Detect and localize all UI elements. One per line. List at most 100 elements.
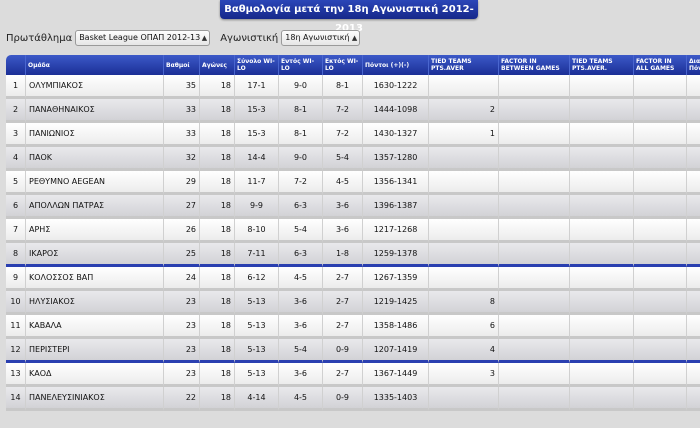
table-row[interactable]: 11ΚΑΒΑΛΑ23185-133-62-71358-14866 -128	[6, 315, 700, 339]
chevron-down-icon: ▲	[201, 34, 208, 42]
team-cell: ΚΟΛΟΣΣΟΣ ΒΑΠ	[26, 267, 164, 291]
team-cell: ΠΑΝΑΘΗΝΑΙΚΟΣ	[26, 99, 164, 123]
factor-all-cell	[634, 243, 687, 267]
table-row[interactable]: 14 ΠΑΝΕΛΕΥΣΙΝΙΑΚΟΣ 22 18 4-14 4-5 0-9 1335-1403…	[6, 387, 700, 411]
home-wl-cell: 3-6	[279, 291, 323, 315]
home-wl-cell: 8-1	[279, 99, 323, 123]
col-games-header[interactable]: Αγώνες	[200, 55, 235, 75]
away-wl-cell: 2-7	[323, 291, 363, 315]
total-wl-cell: 14-4	[235, 147, 279, 171]
points-for-against-cell: 1207-1419	[363, 339, 429, 363]
table-row[interactable]: 13ΚΑΟΔ23185-133-62-71367-14493 -82	[6, 363, 700, 387]
tied-pts-aver-cell	[429, 387, 499, 411]
factor-between-cell	[499, 267, 570, 291]
col-points-header[interactable]: Βαθμοί	[164, 55, 200, 75]
total-wl-cell: 7-11	[235, 243, 279, 267]
away-wl-cell: 3-6	[323, 219, 363, 243]
team-cell: ΠΑΝΙΩΝΙΟΣ	[26, 123, 164, 147]
total-wl-cell: 6-12	[235, 267, 279, 291]
factor-all-cell	[634, 195, 687, 219]
tied-pts-aver-cell	[429, 75, 499, 99]
col-factor-all-header[interactable]: FACTOR IN ALL GAMES	[634, 55, 687, 75]
tied-pts-aver-2-cell	[570, 171, 634, 195]
filters-bar: Πρωτάθλημα Basket League ΟΠΑΠ 2012-13 ▲ …	[6, 29, 361, 47]
points-for-against-cell: 1267-1359	[363, 267, 429, 291]
standings-table-wrap: Ομάδα Βαθμοί Αγώνες Σύνολο WI-LO Εντός WI-LO…	[6, 55, 700, 411]
table-row[interactable]: 1ΟΛΥΜΠΙΑΚΟΣ351817-19-08-11630-1222 408	[6, 75, 700, 99]
games-cell: 18	[200, 123, 235, 147]
points-diff-cell: -212	[687, 339, 700, 363]
games-cell: 18	[200, 147, 235, 171]
tied-pts-aver-2-cell	[570, 315, 634, 339]
table-row[interactable]: 2ΠΑΝΑΘΗΝΑΙΚΟΣ331815-38-17-21444-10982346	[6, 99, 700, 123]
col-team-header[interactable]: Ομάδα	[26, 55, 164, 75]
points-cell: 23	[164, 315, 200, 339]
tied-pts-aver-cell	[429, 243, 499, 267]
tied-pts-aver-cell: 6	[429, 315, 499, 339]
position-cell: 2	[6, 99, 26, 123]
team-cell: ΚΑΒΑΛΑ	[26, 315, 164, 339]
points-cell: 23	[164, 339, 200, 363]
points-cell: 24	[164, 267, 200, 291]
position-cell: 13	[6, 363, 26, 387]
col-total-wl-header[interactable]: Σύνολο WI-LO	[235, 55, 279, 75]
points-for-against-cell: 1219-1425	[363, 291, 429, 315]
col-position-header[interactable]	[6, 55, 26, 75]
table-row[interactable]: 9ΚΟΛΟΣΣΟΣ ΒΑΠ24186-124-52-71267-1359 -92	[6, 267, 700, 291]
table-row[interactable]: 6ΑΠΟΛΛΩΝ ΠΑΤΡΑΣ27189-96-33-61396-1387 9	[6, 195, 700, 219]
factor-all-cell	[634, 339, 687, 363]
factor-between-cell	[499, 171, 570, 195]
league-select[interactable]: Basket League ΟΠΑΠ 2012-13 ▲	[75, 30, 211, 46]
position-cell: 12	[6, 339, 26, 363]
factor-between-cell	[499, 363, 570, 387]
col-tied-pts-aver-2-header[interactable]: TIED TEAMS PTS.AVER.	[570, 55, 634, 75]
points-cell: 23	[164, 363, 200, 387]
points-diff-cell: 346	[687, 99, 700, 123]
tied-pts-aver-cell: 4	[429, 339, 499, 363]
away-wl-cell: 2-7	[323, 363, 363, 387]
table-row[interactable]: 8ΙΚΑΡΟΣ25187-116-31-81259-1378 -119	[6, 243, 700, 267]
tied-pts-aver-cell	[429, 195, 499, 219]
round-select[interactable]: 18η Αγωνιστική ▲	[281, 30, 361, 46]
col-tied-pts-aver-header[interactable]: TIED TEAMS PTS.AVER	[429, 55, 499, 75]
col-points-diff-header[interactable]: Διαφ. Πόντων	[687, 55, 700, 75]
page-title: Βαθμολογία μετά την 18η Αγωνιστική 2012-…	[220, 0, 478, 34]
points-diff-cell: 77	[687, 147, 700, 171]
col-points-for-against-header[interactable]: Πόντοι (+)(-)	[363, 55, 429, 75]
away-wl-cell: 4-5	[323, 171, 363, 195]
table-row[interactable]: 10ΗΛΥΣΙΑΚΟΣ23185-133-62-71219-14258 -206	[6, 291, 700, 315]
points-diff-cell: 103	[687, 123, 700, 147]
table-row[interactable]: 12ΠΕΡΙΣΤΕΡΙ23185-135-40-91207-14194 -212	[6, 339, 700, 363]
table-row[interactable]: 7ΑΡΗΣ26188-105-43-61217-1268 -51	[6, 219, 700, 243]
col-factor-between-header[interactable]: FACTOR IN BETWEEN GAMES	[499, 55, 570, 75]
team-cell: ΑΠΟΛΛΩΝ ΠΑΤΡΑΣ	[26, 195, 164, 219]
points-diff-cell: 15	[687, 171, 700, 195]
factor-all-cell	[634, 267, 687, 291]
league-label: Πρωτάθλημα	[6, 32, 73, 44]
col-home-wl-header[interactable]: Εντός WI-LO	[279, 55, 323, 75]
position-cell: 9	[6, 267, 26, 291]
tied-pts-aver-cell	[429, 171, 499, 195]
position-cell: 4	[6, 147, 26, 171]
col-away-wl-header[interactable]: Εκτός WI-LO	[323, 55, 363, 75]
position-cell: 14	[6, 387, 26, 411]
points-diff-cell: -206	[687, 291, 700, 315]
games-cell: 18	[200, 267, 235, 291]
points-diff-cell: -68	[687, 387, 700, 411]
tied-pts-aver-2-cell	[570, 387, 634, 411]
points-for-against-cell: 1396-1387	[363, 195, 429, 219]
tied-pts-aver-2-cell	[570, 243, 634, 267]
points-cell: 25	[164, 243, 200, 267]
games-cell: 18	[200, 387, 235, 411]
table-row[interactable]: 3ΠΑΝΙΩΝΙΟΣ331815-38-17-21430-13271 103	[6, 123, 700, 147]
home-wl-cell: 3-6	[279, 315, 323, 339]
tied-pts-aver-2-cell	[570, 195, 634, 219]
total-wl-cell: 17-1	[235, 75, 279, 99]
home-wl-cell: 4-5	[279, 267, 323, 291]
table-row[interactable]: 4ΠΑΟΚ321814-49-05-41357-1280 77	[6, 147, 700, 171]
home-wl-cell: 5-4	[279, 339, 323, 363]
points-cell: 32	[164, 147, 200, 171]
games-cell: 18	[200, 243, 235, 267]
table-row[interactable]: 5ΡΕΘΥΜΝΟ AEGEAN291811-77-24-51356-1341 15	[6, 171, 700, 195]
games-cell: 18	[200, 171, 235, 195]
